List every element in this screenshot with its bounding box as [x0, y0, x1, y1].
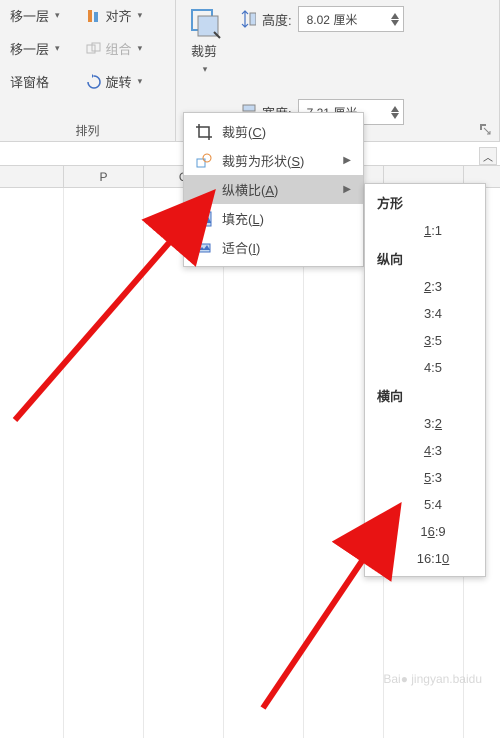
arrange-group: 移一层 ▾ 移一层 ▾ 译窗格 [0, 0, 176, 141]
crop-dropdown-menu: 裁剪(C)裁剪(C) 裁剪为形状(S)裁剪为形状(S) ▶ 纵横比(A)纵横比(… [183, 112, 364, 267]
portrait-heading: 纵向 [365, 244, 485, 273]
group-label: 组合 [106, 39, 132, 58]
fill-menu-item[interactable]: 填充(L)填充(L) [184, 204, 363, 233]
dialog-launcher-icon[interactable] [479, 123, 493, 137]
selection-pane-label: 译窗格 [10, 72, 49, 91]
rotate-button[interactable]: 旋转 ▾ [82, 70, 147, 93]
fill-icon [196, 211, 212, 227]
watermark: Bai● jingyan.baidu [383, 672, 482, 686]
fit-label: 适合(I)适合(I) [222, 238, 260, 257]
aspect-2-3[interactable]: 2:3 [365, 273, 485, 300]
height-spinner[interactable] [391, 13, 399, 26]
aspect-ratio-menu-item[interactable]: 纵横比(A)纵横比(A) ▶ [184, 175, 363, 204]
aspect-3-2[interactable]: 3:2 [365, 410, 485, 437]
height-input[interactable]: 8.02 厘米 [298, 6, 404, 32]
align-icon [86, 8, 102, 24]
row-header-stub[interactable] [0, 166, 64, 187]
aspect-3-5[interactable]: 3:5 [365, 327, 485, 354]
send-backward-button[interactable]: 移一层 ▾ [6, 37, 64, 60]
group-icon [86, 41, 102, 57]
height-label: 高度: [262, 10, 292, 29]
column-header[interactable]: P [64, 166, 144, 187]
aspect-1-1[interactable]: 1:1 [365, 217, 485, 244]
aspect-3-4[interactable]: 3:4 [365, 300, 485, 327]
crop-menu-item[interactable]: 裁剪(C)裁剪(C) [184, 117, 363, 146]
crop-to-shape-menu-item[interactable]: 裁剪为形状(S)裁剪为形状(S) ▶ [184, 146, 363, 175]
shape-icon [196, 153, 212, 169]
dropdown-icon: ▾ [138, 43, 143, 54]
dropdown-icon: ▾ [203, 64, 208, 75]
dropdown-icon: ▾ [55, 10, 60, 21]
landscape-heading: 横向 [365, 381, 485, 410]
selection-pane-button[interactable]: 译窗格 [6, 70, 64, 93]
aspect-4-3[interactable]: 4:3 [365, 437, 485, 464]
aspect-16-10[interactable]: 16:10 [365, 545, 485, 572]
dropdown-icon: ▾ [138, 10, 143, 21]
dropdown-icon: ▾ [138, 76, 143, 87]
crop-icon [186, 4, 222, 40]
chevron-right-icon: ▶ [343, 155, 351, 166]
crop-shape-label: 裁剪为形状(S)裁剪为形状(S) [222, 151, 304, 170]
rotate-label: 旋转 [106, 72, 132, 91]
chevron-right-icon: ▶ [343, 184, 351, 195]
dropdown-icon: ▾ [55, 43, 60, 54]
square-heading: 方形 [365, 188, 485, 217]
align-button[interactable]: 对齐 ▾ [82, 4, 147, 27]
aspect-ratio-submenu: 方形 1:1 纵向 2:3 3:4 3:5 4:5 横向 3:2 4:3 5:3… [364, 183, 486, 577]
bring-forward-label: 移一层 [10, 6, 49, 25]
send-backward-label: 移一层 [10, 39, 49, 58]
aspect-4-5[interactable]: 4:5 [365, 354, 485, 381]
width-spinner[interactable] [391, 106, 399, 119]
group-button[interactable]: 组合 ▾ [82, 37, 147, 60]
align-label: 对齐 [106, 6, 132, 25]
height-value: 8.02 厘米 [307, 11, 358, 28]
bring-forward-button[interactable]: 移一层 ▾ [6, 4, 64, 27]
collapse-ribbon-icon[interactable]: ︿ [479, 147, 497, 165]
aspect-label: 纵横比(A)纵横比(A) [222, 180, 278, 199]
crop-label: 裁剪 [191, 44, 217, 60]
aspect-16-9[interactable]: 16:9 [365, 518, 485, 545]
aspect-icon [196, 182, 212, 198]
aspect-5-3[interactable]: 5:3 [365, 464, 485, 491]
fill-label: 填充(L)填充(L) [222, 209, 264, 228]
crop-button[interactable]: 裁剪 ▾ [176, 0, 232, 79]
fit-menu-item[interactable]: 适合(I)适合(I) [184, 233, 363, 262]
fit-icon [196, 240, 212, 256]
height-icon [240, 11, 256, 27]
aspect-5-4[interactable]: 5:4 [365, 491, 485, 518]
crop-menu-label: 裁剪(C)裁剪(C) [222, 122, 266, 141]
rotate-icon [86, 74, 102, 90]
crop-icon [196, 124, 212, 140]
arrange-group-label: 排列 [6, 120, 169, 139]
